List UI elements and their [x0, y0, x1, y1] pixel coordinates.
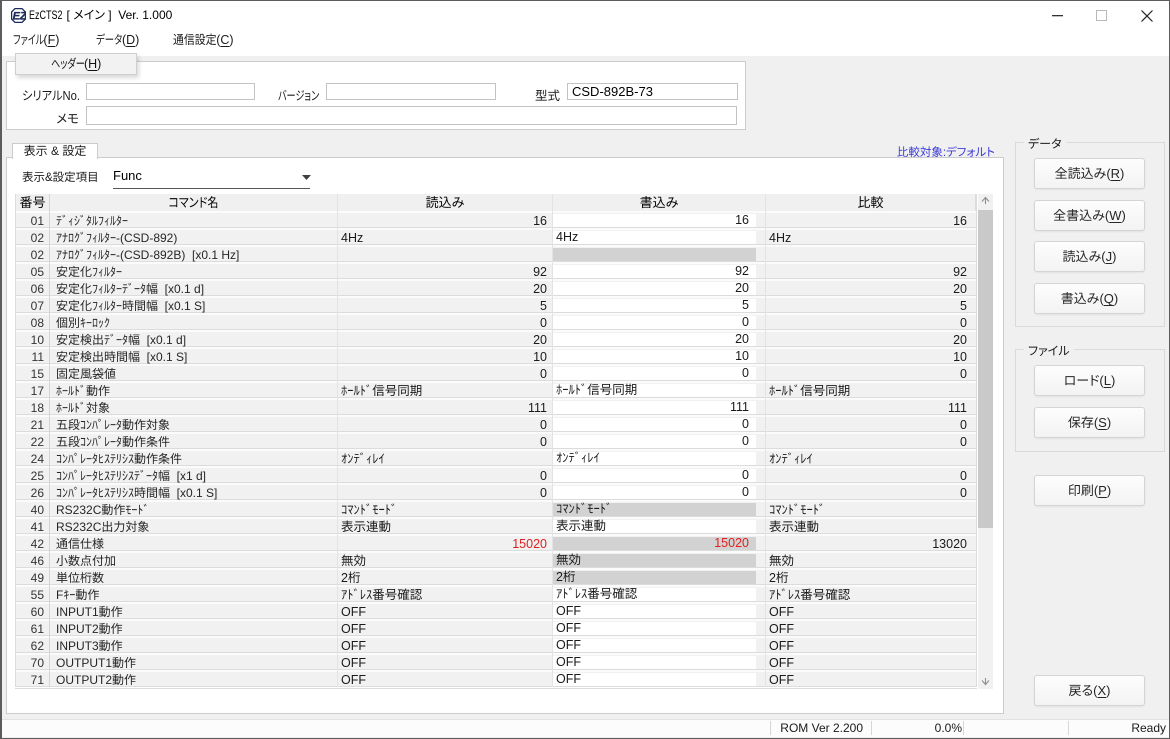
- svg-text:EZ: EZ: [13, 11, 26, 23]
